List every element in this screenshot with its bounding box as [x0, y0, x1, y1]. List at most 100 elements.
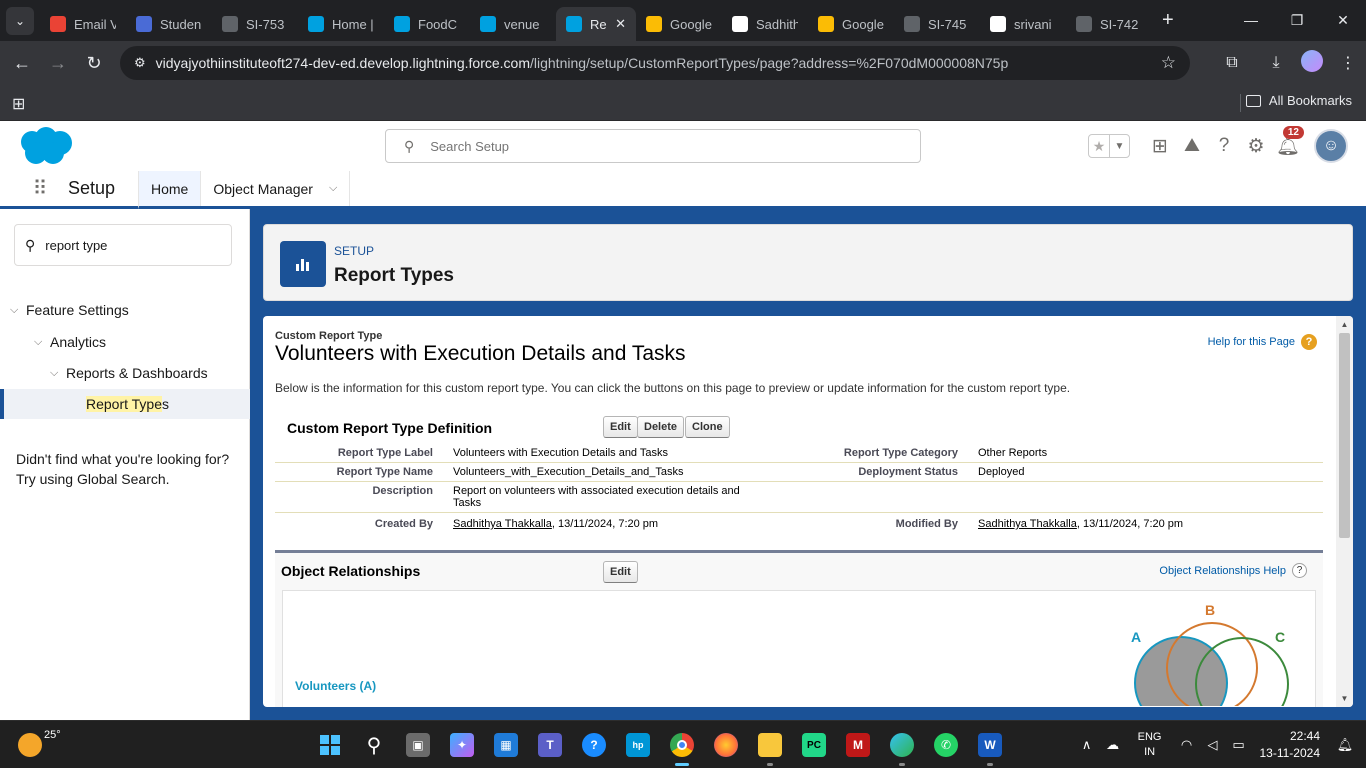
close-window-icon[interactable]: ✕: [1320, 12, 1366, 29]
maximize-icon[interactable]: ❐: [1274, 12, 1320, 29]
browser-tab[interactable]: Home |: [298, 7, 384, 41]
whatsapp-icon[interactable]: ✆: [924, 721, 968, 768]
browser-tab[interactable]: Re ✕: [556, 7, 636, 41]
relationships-edit-button[interactable]: Edit: [603, 561, 638, 583]
browser-tab[interactable]: SI-745: [894, 7, 980, 41]
favorites-dropdown-icon[interactable]: ▼: [1109, 135, 1129, 157]
pycharm-icon[interactable]: PC: [792, 721, 836, 768]
firefox-icon[interactable]: [704, 721, 748, 768]
edit-button[interactable]: Edit: [603, 416, 638, 438]
battery-icon[interactable]: ▭: [1226, 737, 1252, 753]
field-value: Volunteers_with_Execution_Details_and_Ta…: [453, 466, 684, 478]
browser-tab[interactable]: SI-753: [212, 7, 298, 41]
tab-object-manager[interactable]: Object Manager ⌵: [200, 171, 351, 206]
scroll-up-arrow-icon[interactable]: ▲: [1336, 320, 1353, 329]
browser-tab[interactable]: Sadhith: [722, 7, 808, 41]
user-avatar[interactable]: ☺: [1314, 129, 1348, 163]
tab-home[interactable]: Home: [138, 171, 201, 209]
global-actions-icon[interactable]: ⊞: [1144, 135, 1176, 158]
taskbar-clock[interactable]: 22:44 13-11-2024: [1260, 728, 1321, 762]
all-bookmarks-button[interactable]: All Bookmarks: [1245, 93, 1352, 108]
tree-item-reports-dashboards[interactable]: ⌵ Reports & Dashboards: [50, 365, 208, 381]
scrollbar-thumb[interactable]: [1339, 333, 1350, 538]
browser-tab[interactable]: srivani: [980, 7, 1066, 41]
browser-tab[interactable]: venue: [470, 7, 556, 41]
quick-find-box[interactable]: ⚲: [14, 224, 232, 266]
chevron-down-icon[interactable]: ⌵: [34, 336, 42, 349]
edge-icon[interactable]: [880, 721, 924, 768]
get-help-icon[interactable]: ?: [572, 721, 616, 768]
browser-tab[interactable]: FoodC: [384, 7, 470, 41]
chevron-down-icon[interactable]: ⌵: [329, 182, 337, 195]
favorite-star-icon[interactable]: ★: [1089, 135, 1109, 157]
download-icon[interactable]: ⤓: [1258, 54, 1294, 72]
url-text[interactable]: vidyajyothiinstituteoft274-dev-ed.develo…: [156, 55, 1009, 71]
notification-center-bell-icon[interactable]: 🔔︎: [1332, 737, 1358, 753]
app-launcher-icon[interactable]: ⠿: [14, 171, 66, 206]
input-language-indicator[interactable]: ENG IN: [1138, 730, 1162, 760]
myhp-icon[interactable]: hp: [616, 721, 660, 768]
tab-title: Re: [590, 16, 607, 32]
search-setup-input[interactable]: [430, 138, 871, 154]
browser-tab[interactable]: SI-742: [1066, 7, 1152, 41]
setup-gear-icon[interactable]: ⚙: [1240, 135, 1272, 158]
teams-icon[interactable]: T: [528, 721, 572, 768]
chrome-icon[interactable]: [660, 721, 704, 768]
browser-tab[interactable]: Google: [636, 7, 722, 41]
extensions-icon[interactable]: ⧉: [1214, 54, 1250, 72]
delete-button[interactable]: Delete: [637, 416, 685, 438]
forward-button[interactable]: →: [40, 53, 76, 74]
created-by-user-link[interactable]: Sadhithya Thakkalla: [453, 518, 552, 530]
new-tab-button[interactable]: +: [1162, 9, 1174, 32]
close-tab-icon[interactable]: ✕: [615, 16, 626, 32]
copilot-icon[interactable]: ✦: [440, 721, 484, 768]
bookmark-star-icon[interactable]: ☆: [1161, 53, 1176, 73]
trailhead-icon[interactable]: ⛰: [1176, 135, 1208, 157]
modified-by-user-link[interactable]: Sadhithya Thakkalla: [978, 518, 1077, 530]
scroll-down-arrow-icon[interactable]: ▼: [1336, 694, 1353, 703]
content-scrollbar[interactable]: ▲ ▼: [1336, 316, 1353, 707]
volume-icon[interactable]: ◁: [1200, 737, 1226, 753]
window-controls: — ❐ ✕: [1228, 12, 1366, 29]
apps-grid-icon[interactable]: ⊞: [12, 94, 25, 114]
system-tray: ∧ ☁ ENG IN ◠ ◁ ▭ 22:44 13-11-2024 🔔︎: [1074, 721, 1366, 768]
back-button[interactable]: ←: [4, 53, 40, 74]
notifications-bell-icon[interactable]: 🔔︎ 12: [1272, 126, 1304, 158]
start-button[interactable]: [308, 721, 352, 768]
minimize-icon[interactable]: —: [1228, 12, 1274, 29]
object-relationships-help-link[interactable]: Object Relationships Help ?: [1159, 563, 1307, 578]
browser-tab[interactable]: Google: [808, 7, 894, 41]
tree-item-analytics[interactable]: ⌵ Analytics: [34, 334, 106, 350]
browser-tab[interactable]: Email V: [40, 7, 126, 41]
salesforce-logo[interactable]: [16, 126, 74, 166]
site-info-icon[interactable]: ⚙: [134, 55, 146, 71]
help-icon[interactable]: ?: [1208, 135, 1240, 157]
search-setup-box[interactable]: ⚲: [385, 129, 921, 163]
ms-store-icon[interactable]: ▦: [484, 721, 528, 768]
chevron-down-icon[interactable]: ⌵: [10, 304, 18, 317]
weather-widget[interactable]: 25°: [18, 729, 61, 757]
file-explorer-icon[interactable]: [748, 721, 792, 768]
show-hidden-icons-chevron-icon[interactable]: ∧: [1074, 737, 1100, 753]
mcafee-icon[interactable]: M: [836, 721, 880, 768]
record-title: Volunteers with Execution Details and Ta…: [275, 342, 686, 365]
search-icon: ⚲: [404, 137, 415, 154]
wifi-icon[interactable]: ◠: [1174, 737, 1200, 753]
reload-button[interactable]: ↻: [76, 53, 112, 74]
clone-button[interactable]: Clone: [685, 416, 730, 438]
tab-title: SI-742: [1100, 16, 1139, 32]
tree-item-feature-settings[interactable]: ⌵ Feature Settings: [10, 302, 129, 318]
menu-kebab-icon[interactable]: ⋮: [1330, 53, 1366, 73]
omnibox[interactable]: ⚙ vidyajyothiinstituteoft274-dev-ed.deve…: [120, 46, 1190, 80]
tab-search-dropdown-icon[interactable]: ⌄: [6, 6, 34, 35]
tree-item-report-types[interactable]: Report Types: [0, 389, 250, 419]
taskbar-search-icon[interactable]: ⚲: [352, 721, 396, 768]
onedrive-icon[interactable]: ☁: [1100, 737, 1126, 753]
browser-tab[interactable]: Studen: [126, 7, 212, 41]
task-view-icon[interactable]: ▣: [396, 721, 440, 768]
help-for-page-link[interactable]: Help for this Page ?: [1208, 334, 1317, 350]
chevron-down-icon[interactable]: ⌵: [50, 367, 58, 380]
profile-avatar[interactable]: [1294, 49, 1330, 77]
word-icon[interactable]: W: [968, 721, 1012, 768]
quick-find-input[interactable]: [45, 237, 216, 253]
